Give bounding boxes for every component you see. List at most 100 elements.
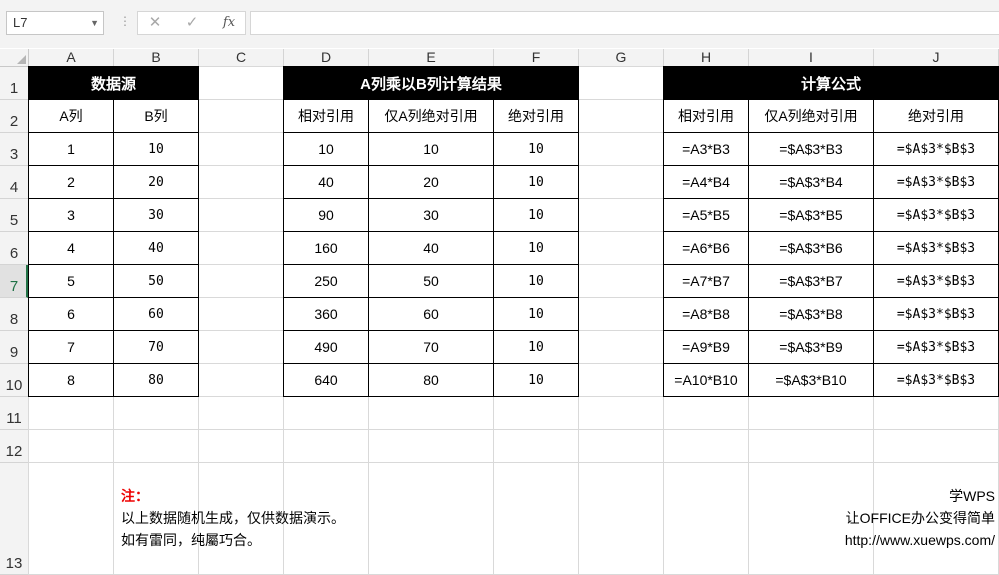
column-header[interactable]: G — [579, 49, 664, 66]
column-header[interactable]: B — [114, 49, 199, 66]
table-cell[interactable]: 90 — [283, 198, 369, 232]
column-header[interactable]: H — [664, 49, 749, 66]
table-cell[interactable]: =$A$3*$B$3 — [873, 363, 999, 397]
row-header[interactable]: 13 — [0, 463, 28, 575]
table-cell[interactable]: 10 — [113, 132, 199, 166]
table-cell[interactable]: =$A$3*B8 — [748, 297, 874, 331]
table-cell[interactable]: 20 — [368, 165, 494, 199]
column-header[interactable]: D — [284, 49, 369, 66]
column-label[interactable]: 相对引用 — [283, 99, 369, 133]
table-cell[interactable]: 1 — [28, 132, 114, 166]
table-cell[interactable]: 8 — [28, 363, 114, 397]
table-cell[interactable]: =$A$3*$B$3 — [873, 165, 999, 199]
table-cell[interactable]: =$A$3*$B$3 — [873, 198, 999, 232]
table-cell[interactable]: =A8*B8 — [663, 297, 749, 331]
table-cell[interactable]: 7 — [28, 330, 114, 364]
name-box[interactable]: L7 ▼ — [6, 11, 104, 35]
table-cell[interactable]: =$A$3*B4 — [748, 165, 874, 199]
table-cell[interactable]: 10 — [493, 330, 579, 364]
column-header[interactable]: A — [29, 49, 114, 66]
select-all-button[interactable] — [0, 49, 29, 66]
table-cell[interactable]: =$A$3*B3 — [748, 132, 874, 166]
row-header[interactable]: 3 — [0, 133, 28, 166]
table-cell[interactable]: 250 — [283, 264, 369, 298]
table-cell[interactable]: 4 — [28, 231, 114, 265]
table-cell[interactable]: 40 — [283, 165, 369, 199]
row-header[interactable]: 11 — [0, 397, 28, 430]
table-cell[interactable]: 3 — [28, 198, 114, 232]
table-cell[interactable]: 10 — [493, 264, 579, 298]
table-cell[interactable]: 60 — [113, 297, 199, 331]
table-cell[interactable]: 10 — [493, 165, 579, 199]
table-cell[interactable]: =$A$3*$B$3 — [873, 132, 999, 166]
column-label[interactable]: 绝对引用 — [493, 99, 579, 133]
table-cell[interactable]: 80 — [368, 363, 494, 397]
table-cell[interactable]: 50 — [113, 264, 199, 298]
table-cell[interactable]: =A6*B6 — [663, 231, 749, 265]
row-header[interactable]: 2 — [0, 100, 28, 133]
table-cell[interactable]: 20 — [113, 165, 199, 199]
table-cell[interactable]: 6 — [28, 297, 114, 331]
table-cell[interactable]: =$A$3*$B$3 — [873, 330, 999, 364]
column-label[interactable]: 仅A列绝对引用 — [368, 99, 494, 133]
table-cell[interactable]: 360 — [283, 297, 369, 331]
column-header[interactable]: J — [874, 49, 999, 66]
results-title[interactable]: A列乘以B列计算结果 — [283, 66, 579, 100]
table-cell[interactable]: 80 — [113, 363, 199, 397]
table-cell[interactable]: =$A$3*B7 — [748, 264, 874, 298]
table-cell[interactable]: 30 — [113, 198, 199, 232]
confirm-icon[interactable]: ✓ — [177, 12, 207, 34]
column-label[interactable]: 仅A列绝对引用 — [748, 99, 874, 133]
row-header[interactable]: 12 — [0, 430, 28, 463]
table-cell[interactable]: 60 — [368, 297, 494, 331]
row-header[interactable]: 5 — [0, 199, 28, 232]
table-cell[interactable]: =$A$3*$B$3 — [873, 264, 999, 298]
column-label[interactable]: 相对引用 — [663, 99, 749, 133]
table-cell[interactable]: 10 — [283, 132, 369, 166]
table-cell[interactable]: =A9*B9 — [663, 330, 749, 364]
row-header[interactable]: 9 — [0, 331, 28, 364]
table-cell[interactable]: 2 — [28, 165, 114, 199]
table-cell[interactable]: 10 — [493, 132, 579, 166]
table-cell[interactable]: 40 — [113, 231, 199, 265]
table-cell[interactable]: 5 — [28, 264, 114, 298]
table-cell[interactable]: =A4*B4 — [663, 165, 749, 199]
cancel-icon[interactable]: ✕ — [140, 12, 170, 34]
table-cell[interactable]: 10 — [493, 231, 579, 265]
table-cell[interactable]: =$A$3*B9 — [748, 330, 874, 364]
more-options-icon[interactable]: ⋮ — [119, 14, 131, 28]
table-cell[interactable]: 490 — [283, 330, 369, 364]
table-cell[interactable]: 10 — [493, 297, 579, 331]
row-header[interactable]: 8 — [0, 298, 28, 331]
table-cell[interactable]: 640 — [283, 363, 369, 397]
table-cell[interactable]: =A3*B3 — [663, 132, 749, 166]
chevron-down-icon[interactable]: ▼ — [90, 12, 99, 34]
table-cell[interactable]: =$A$3*B10 — [748, 363, 874, 397]
column-label[interactable]: A列 — [28, 99, 114, 133]
table-cell[interactable]: =A5*B5 — [663, 198, 749, 232]
formula-input[interactable] — [250, 11, 999, 35]
row-header[interactable]: 1 — [0, 67, 28, 100]
table-cell[interactable]: =$A$3*$B$3 — [873, 231, 999, 265]
formulas-title[interactable]: 计算公式 — [663, 66, 999, 100]
table-cell[interactable]: =$A$3*B6 — [748, 231, 874, 265]
column-header[interactable]: E — [369, 49, 494, 66]
table-cell[interactable]: 160 — [283, 231, 369, 265]
table-cell[interactable]: 10 — [493, 198, 579, 232]
table-cell[interactable]: =A10*B10 — [663, 363, 749, 397]
column-label[interactable]: 绝对引用 — [873, 99, 999, 133]
table-cell[interactable]: 10 — [368, 132, 494, 166]
table-cell[interactable]: =$A$3*B5 — [748, 198, 874, 232]
row-header[interactable]: 4 — [0, 166, 28, 199]
table-cell[interactable]: 10 — [493, 363, 579, 397]
table-cell[interactable]: 40 — [368, 231, 494, 265]
insert-function-icon[interactable]: fx — [214, 12, 244, 34]
row-header[interactable]: 7 — [0, 265, 28, 298]
source-title[interactable]: 数据源 — [28, 66, 199, 100]
table-cell[interactable]: 70 — [368, 330, 494, 364]
column-header[interactable]: I — [749, 49, 874, 66]
column-label[interactable]: B列 — [113, 99, 199, 133]
table-cell[interactable]: 70 — [113, 330, 199, 364]
row-header[interactable]: 6 — [0, 232, 28, 265]
row-header[interactable]: 10 — [0, 364, 28, 397]
